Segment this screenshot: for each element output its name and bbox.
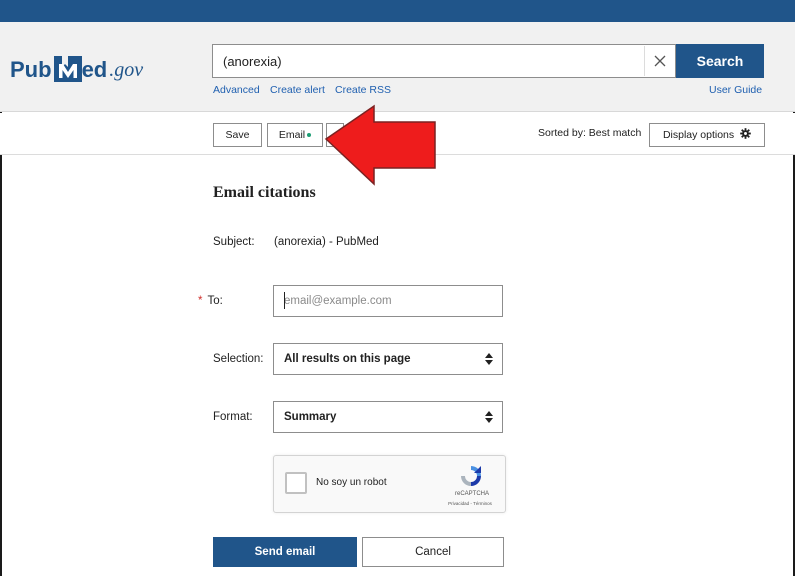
text-cursor [284, 292, 285, 309]
selection-label: Selection: [213, 353, 264, 365]
format-select[interactable]: Summary [273, 401, 503, 433]
selection-select[interactable]: All results on this page [273, 343, 503, 375]
search-input[interactable] [212, 44, 676, 78]
recaptcha-widget: No soy un robot reCAPTCHA Privacidad - T… [273, 455, 506, 513]
save-button[interactable]: Save [213, 123, 262, 147]
email-field[interactable] [273, 285, 503, 317]
cancel-button[interactable]: Cancel [362, 537, 504, 567]
recaptcha-brand: reCAPTCHA [454, 491, 489, 497]
subject-value: (anorexia) - PubMed [274, 236, 379, 248]
logo-text-pub: Pub [10, 57, 52, 82]
sorted-by-label: Sorted by: Best match [538, 127, 642, 139]
pubmed-logo[interactable]: Pub ed .gov [10, 48, 143, 84]
bookmark-m-icon [53, 56, 82, 82]
red-arrow-pointer-icon [324, 104, 436, 186]
close-icon [654, 55, 666, 67]
user-guide-link[interactable]: User Guide [709, 84, 762, 96]
logo-text-gov: .gov [109, 59, 144, 81]
recaptcha-terms[interactable]: Privacidad - Términos [434, 501, 506, 506]
create-rss-link[interactable]: Create RSS [335, 84, 391, 96]
recaptcha-checkbox[interactable] [285, 472, 307, 494]
selection-value: All results on this page [284, 353, 411, 365]
gear-icon [740, 128, 751, 139]
send-email-button[interactable]: Send email [213, 537, 357, 567]
recaptcha-icon [461, 466, 481, 486]
required-asterisk: * [198, 295, 203, 307]
to-label-text: To: [207, 295, 223, 307]
save-button-label: Save [225, 129, 250, 141]
subject-label: Subject: [213, 236, 255, 248]
sort-arrows-icon [485, 353, 493, 365]
display-options-button[interactable]: Display options [649, 123, 765, 147]
search-button[interactable]: Search [676, 44, 764, 78]
logo-text-ed: ed [81, 57, 108, 82]
email-button-label: Email [278, 129, 306, 141]
clear-search-button[interactable] [644, 46, 674, 76]
email-button[interactable]: Email [267, 123, 323, 147]
to-label: * To: [198, 295, 223, 307]
advanced-link[interactable]: Advanced [213, 84, 260, 96]
recaptcha-label: No soy un robot [316, 477, 387, 488]
format-label: Format: [213, 411, 253, 423]
display-options-label: Display options [662, 129, 735, 141]
format-value: Summary [284, 411, 337, 423]
top-bar [0, 0, 795, 22]
create-alert-link[interactable]: Create alert [270, 84, 325, 96]
form-title: Email citations [213, 184, 316, 201]
active-indicator-dot [307, 133, 312, 138]
sort-arrows-icon [485, 411, 493, 423]
